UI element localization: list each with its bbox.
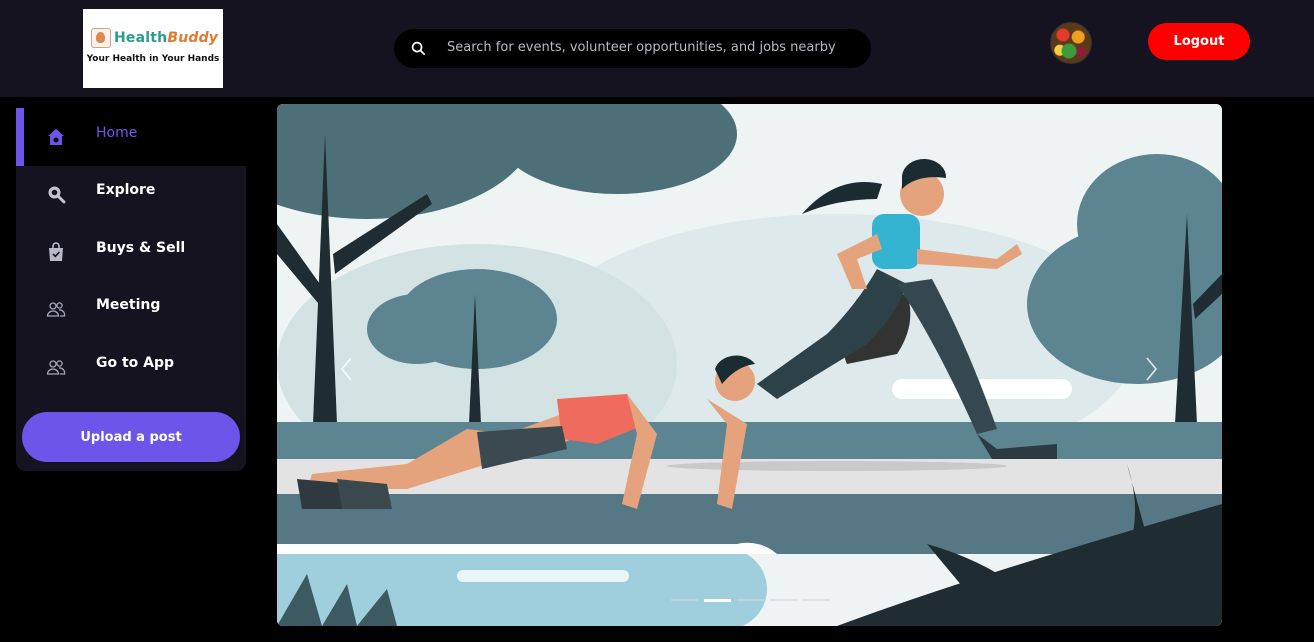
logo-wordmark: HealthBuddy (114, 30, 219, 46)
chevron-right-icon[interactable] (1141, 354, 1161, 384)
sidebar-item-label: Home (96, 125, 138, 141)
carousel-dot[interactable] (737, 599, 764, 601)
user-avatar[interactable] (1050, 22, 1092, 64)
sidebar-item-go-to-app[interactable]: Go to App (16, 338, 246, 396)
hero-carousel[interactable] (277, 104, 1222, 626)
sidebar-item-explore[interactable]: Explore (16, 165, 246, 223)
logo-mark-icon (91, 28, 111, 48)
carousel-dot[interactable] (803, 599, 830, 601)
sidebar-item-meeting[interactable]: Meeting (16, 280, 246, 338)
carousel-dot[interactable] (770, 599, 797, 601)
carousel-dot-active[interactable] (704, 599, 731, 602)
users-icon (46, 360, 66, 375)
search-placeholder: Search for events, volunteer opportuniti… (447, 40, 836, 55)
top-header: HealthBuddy Your Health in Your Hands Se… (0, 0, 1314, 97)
chevron-left-icon[interactable] (337, 354, 357, 384)
home-icon (48, 129, 64, 145)
explore-icon (48, 186, 66, 204)
sidebar-item-label: Meeting (96, 297, 161, 313)
logo-tagline: Your Health in Your Hands (86, 54, 220, 64)
healthbuddy-logo[interactable]: HealthBuddy Your Health in Your Hands (83, 9, 223, 88)
sidebar-item-buys-sell[interactable]: Buys & Sell (16, 223, 246, 281)
sidebar: Home Explore Buys & Sell Meeting Go to A… (16, 108, 246, 471)
slide-illustration (277, 104, 1222, 626)
sidebar-item-home[interactable]: Home (16, 108, 246, 166)
active-indicator (16, 108, 24, 166)
sidebar-item-label: Go to App (96, 355, 175, 371)
sidebar-item-label: Buys & Sell (96, 240, 186, 256)
search-icon (411, 41, 425, 55)
upload-post-button[interactable]: Upload a post (22, 412, 240, 462)
logout-button[interactable]: Logout (1148, 23, 1250, 60)
carousel-dot[interactable] (671, 599, 698, 601)
shopping-bag-icon (49, 242, 63, 261)
search-input[interactable]: Search for events, volunteer opportuniti… (394, 29, 871, 68)
users-icon (46, 302, 66, 317)
sidebar-item-label: Explore (96, 182, 156, 198)
